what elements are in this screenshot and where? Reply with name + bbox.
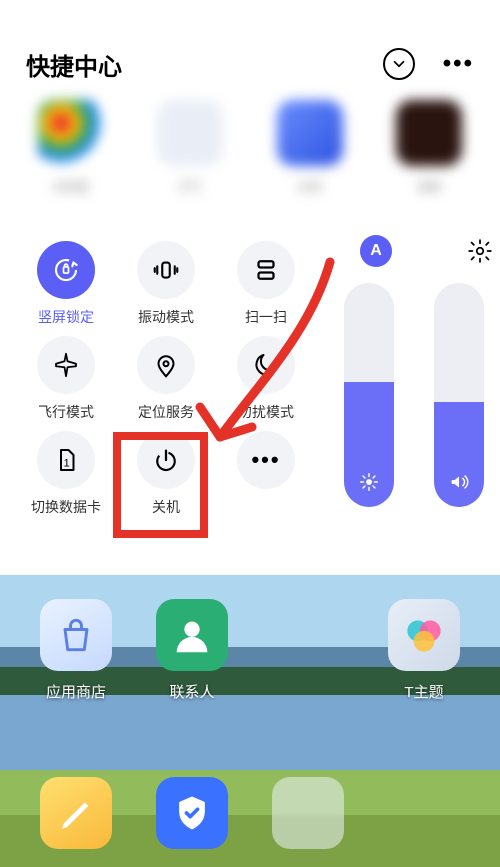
recent-app-icon [396,100,462,166]
dock-folder[interactable] [272,777,344,849]
toggle-label: 扫一扫 [245,307,287,327]
chevron-down-icon [390,55,408,73]
overflow-menu-button[interactable]: ••• [443,52,474,76]
recent-app[interactable]: 天气 [138,100,243,195]
contacts-icon [156,599,228,671]
toggle-airplane[interactable]: 飞行模式 [16,336,116,431]
toggle-dnd[interactable]: 勿扰模式 [216,336,316,431]
app-store[interactable]: 应用商店 [19,599,134,702]
volume-slider[interactable] [434,283,484,507]
recent-app-icon [38,100,104,166]
toggle-scan[interactable]: 扫一扫 [216,241,316,336]
recent-app-label: 应用 [298,178,322,195]
recent-app[interactable]: 应用 [257,100,362,195]
home-screen: 应用商店 联系人 T主题 [0,575,500,867]
rotation-lock-icon [37,241,95,299]
recent-app-label: 相册 [417,178,441,195]
vibrate-icon [137,241,195,299]
toggle-rotation-lock[interactable]: 竖屏锁定 [16,241,116,336]
toggle-label: 飞行模式 [38,402,94,422]
recent-app[interactable]: 相册 [377,100,482,195]
auto-brightness-badge[interactable]: A [360,235,392,267]
app-label: T主题 [404,681,443,702]
sim-icon: 1 [37,431,95,489]
settings-button[interactable] [467,238,493,264]
toggle-area: 竖屏锁定 振动模式 扫一扫 [0,235,500,241]
brightness-icon [358,471,380,493]
annotation-highlight-box [113,432,208,538]
themes-icon [388,599,460,671]
toggle-more[interactable]: ••• [216,431,316,526]
recent-app-icon [277,100,343,166]
svg-text:1: 1 [63,457,69,469]
brightness-fill [344,382,394,507]
dock-security[interactable] [156,777,228,849]
panel-header: 快捷中心 ••• [0,0,500,100]
toggle-location[interactable]: 定位服务 [116,336,216,431]
volume-icon [448,471,470,493]
toggle-label: 勿扰模式 [238,402,294,422]
brightness-slider[interactable] [344,283,394,507]
app-row: 应用商店 联系人 T主题 [0,599,500,702]
recent-app-label: 天气 [178,178,202,195]
toggle-sim-switch[interactable]: 1 切换数据卡 [16,431,116,526]
panel-title: 快捷中心 [26,47,122,82]
recent-app-icon [157,100,223,166]
recent-apps-row: 浏览器 天气 应用 相册 [0,100,500,235]
more-icon: ••• [237,431,295,489]
toggle-label: 振动模式 [138,307,194,327]
app-label: 应用商店 [46,681,106,702]
dock [0,777,500,867]
scan-icon [237,241,295,299]
app-contacts[interactable]: 联系人 [135,599,250,702]
sliders-group: A [340,235,490,517]
quick-settings-panel: 快捷中心 ••• 浏览器 天气 应用 相册 [0,0,500,575]
toggle-label: 竖屏锁定 [38,307,94,327]
toggle-vibrate[interactable]: 振动模式 [116,241,216,336]
location-icon [137,336,195,394]
airplane-icon [37,336,95,394]
dock-notes[interactable] [40,777,112,849]
toggle-label: 切换数据卡 [31,497,101,517]
panel-header-actions: ••• [383,48,474,80]
collapse-button[interactable] [383,48,415,80]
recent-app[interactable]: 浏览器 [18,100,123,195]
dnd-icon [237,336,295,394]
app-label: 联系人 [169,681,214,702]
recent-app-label: 浏览器 [52,178,88,195]
app-store-icon [40,599,112,671]
app-themes[interactable]: T主题 [367,599,482,702]
toggle-label: 定位服务 [138,402,194,422]
volume-fill [434,402,484,507]
